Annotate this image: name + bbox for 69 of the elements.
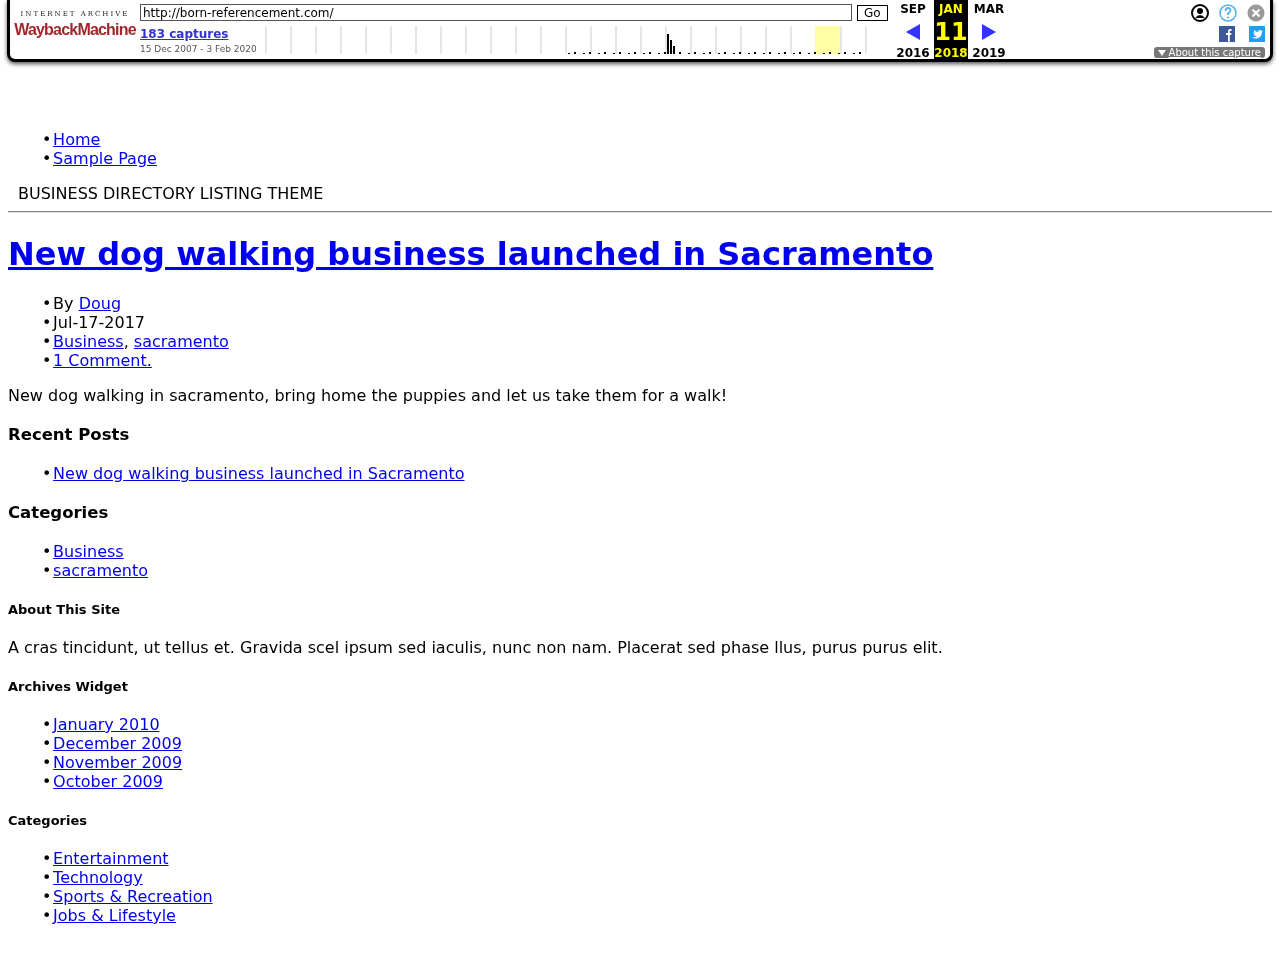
url-field[interactable]: http://born-referencement.com/ — [140, 4, 852, 21]
bullet: • — [42, 464, 48, 483]
widget-link[interactable]: Technology — [53, 868, 143, 887]
bullet: • — [42, 149, 48, 168]
bullet: • — [42, 906, 48, 925]
captures-link[interactable]: 183 captures — [140, 27, 265, 41]
year-label: 2018 — [934, 46, 968, 60]
bullet: • — [42, 849, 48, 868]
post-date: Jul-17-2017 — [53, 313, 146, 332]
calendar-column[interactable]: MAR 2019 — [968, 0, 1010, 62]
caret-icon — [1157, 49, 1166, 56]
bullet: • — [42, 130, 48, 149]
year-label: 2019 — [972, 46, 1006, 60]
close-icon[interactable] — [1247, 4, 1265, 22]
bullet: • — [42, 294, 48, 313]
widget-link[interactable]: Business — [53, 542, 124, 561]
bullet: • — [42, 542, 48, 561]
post-title-link[interactable]: New dog walking business launched in Sacramento — [8, 235, 934, 273]
month-label: JAN — [939, 2, 963, 18]
nav-link[interactable]: Home — [53, 130, 101, 149]
widget-text: A cras tincidunt, ut tellus et. Gravida scel ipsum sed iaculis, nunc non nam. Placerat sed phase llus, purus purus elit. — [8, 638, 944, 657]
category-link[interactable]: sacramento — [133, 332, 229, 351]
facebook-icon[interactable] — [1219, 26, 1235, 42]
widget-heading: About This Site — [8, 602, 121, 617]
widget-link[interactable]: sacramento — [53, 561, 149, 580]
widget-heading: Categories — [8, 813, 88, 828]
category-link[interactable]: Business — [53, 332, 124, 351]
by-label: By — [53, 294, 74, 313]
widget-link[interactable]: October 2009 — [53, 772, 163, 791]
day-label: 11 — [934, 18, 968, 46]
capture-range: 15 Dec 2007 - 3 Feb 2020 — [140, 44, 258, 54]
site-title: BUSINESS DIRECTORY LISTING THEME — [17, 183, 325, 205]
year-label: 2016 — [896, 46, 930, 60]
bullet: • — [42, 332, 48, 351]
bullet: • — [42, 887, 48, 906]
bullet: • — [42, 772, 48, 791]
previous-arrow-icon[interactable] — [906, 24, 920, 40]
about-capture-button[interactable]: About this capture — [1153, 47, 1265, 58]
widget-heading: Categories — [8, 503, 110, 522]
bullet: • — [42, 351, 48, 370]
bullet: • — [42, 734, 48, 753]
widget-link[interactable]: Jobs & Lifestyle — [53, 906, 176, 925]
widget-heading: Recent Posts — [8, 425, 131, 444]
bullet: • — [42, 715, 48, 734]
widget-link[interactable]: Entertainment — [53, 849, 169, 868]
widget-link[interactable]: Sports & Recreation — [53, 887, 213, 906]
comments-link[interactable]: 1 Comment. — [53, 351, 152, 370]
bullet: • — [42, 561, 48, 580]
widget-link[interactable]: November 2009 — [53, 753, 183, 772]
wayback-logo[interactable]: WaybackMachine — [14, 21, 136, 39]
bullet: • — [42, 313, 48, 332]
widget-link[interactable]: January 2010 — [53, 715, 160, 734]
separator: , — [123, 332, 129, 351]
user-icon[interactable] — [1191, 4, 1209, 22]
widget-link[interactable]: New dog walking business launched in Sacramento — [53, 464, 465, 483]
next-arrow-icon[interactable] — [982, 24, 996, 40]
nav-link[interactable]: Sample Page — [53, 149, 157, 168]
go-button[interactable]: Go — [857, 4, 888, 21]
month-label: MAR — [973, 2, 1005, 18]
widget-heading: Archives Widget — [8, 679, 129, 694]
bullet: • — [42, 753, 48, 772]
twitter-icon[interactable] — [1249, 26, 1265, 42]
widget-link[interactable]: December 2009 — [53, 734, 182, 753]
author-link[interactable]: Doug — [78, 294, 122, 313]
calendar-column[interactable]: JAN 11 2018 — [934, 0, 968, 62]
bullet: • — [42, 868, 48, 887]
month-label: SEP — [900, 2, 926, 18]
post-body: New dog walking in sacramento, bring home the puppies and let us take them for a walk! — [8, 386, 729, 405]
calendar-column[interactable]: SEP 2016 — [892, 0, 934, 62]
